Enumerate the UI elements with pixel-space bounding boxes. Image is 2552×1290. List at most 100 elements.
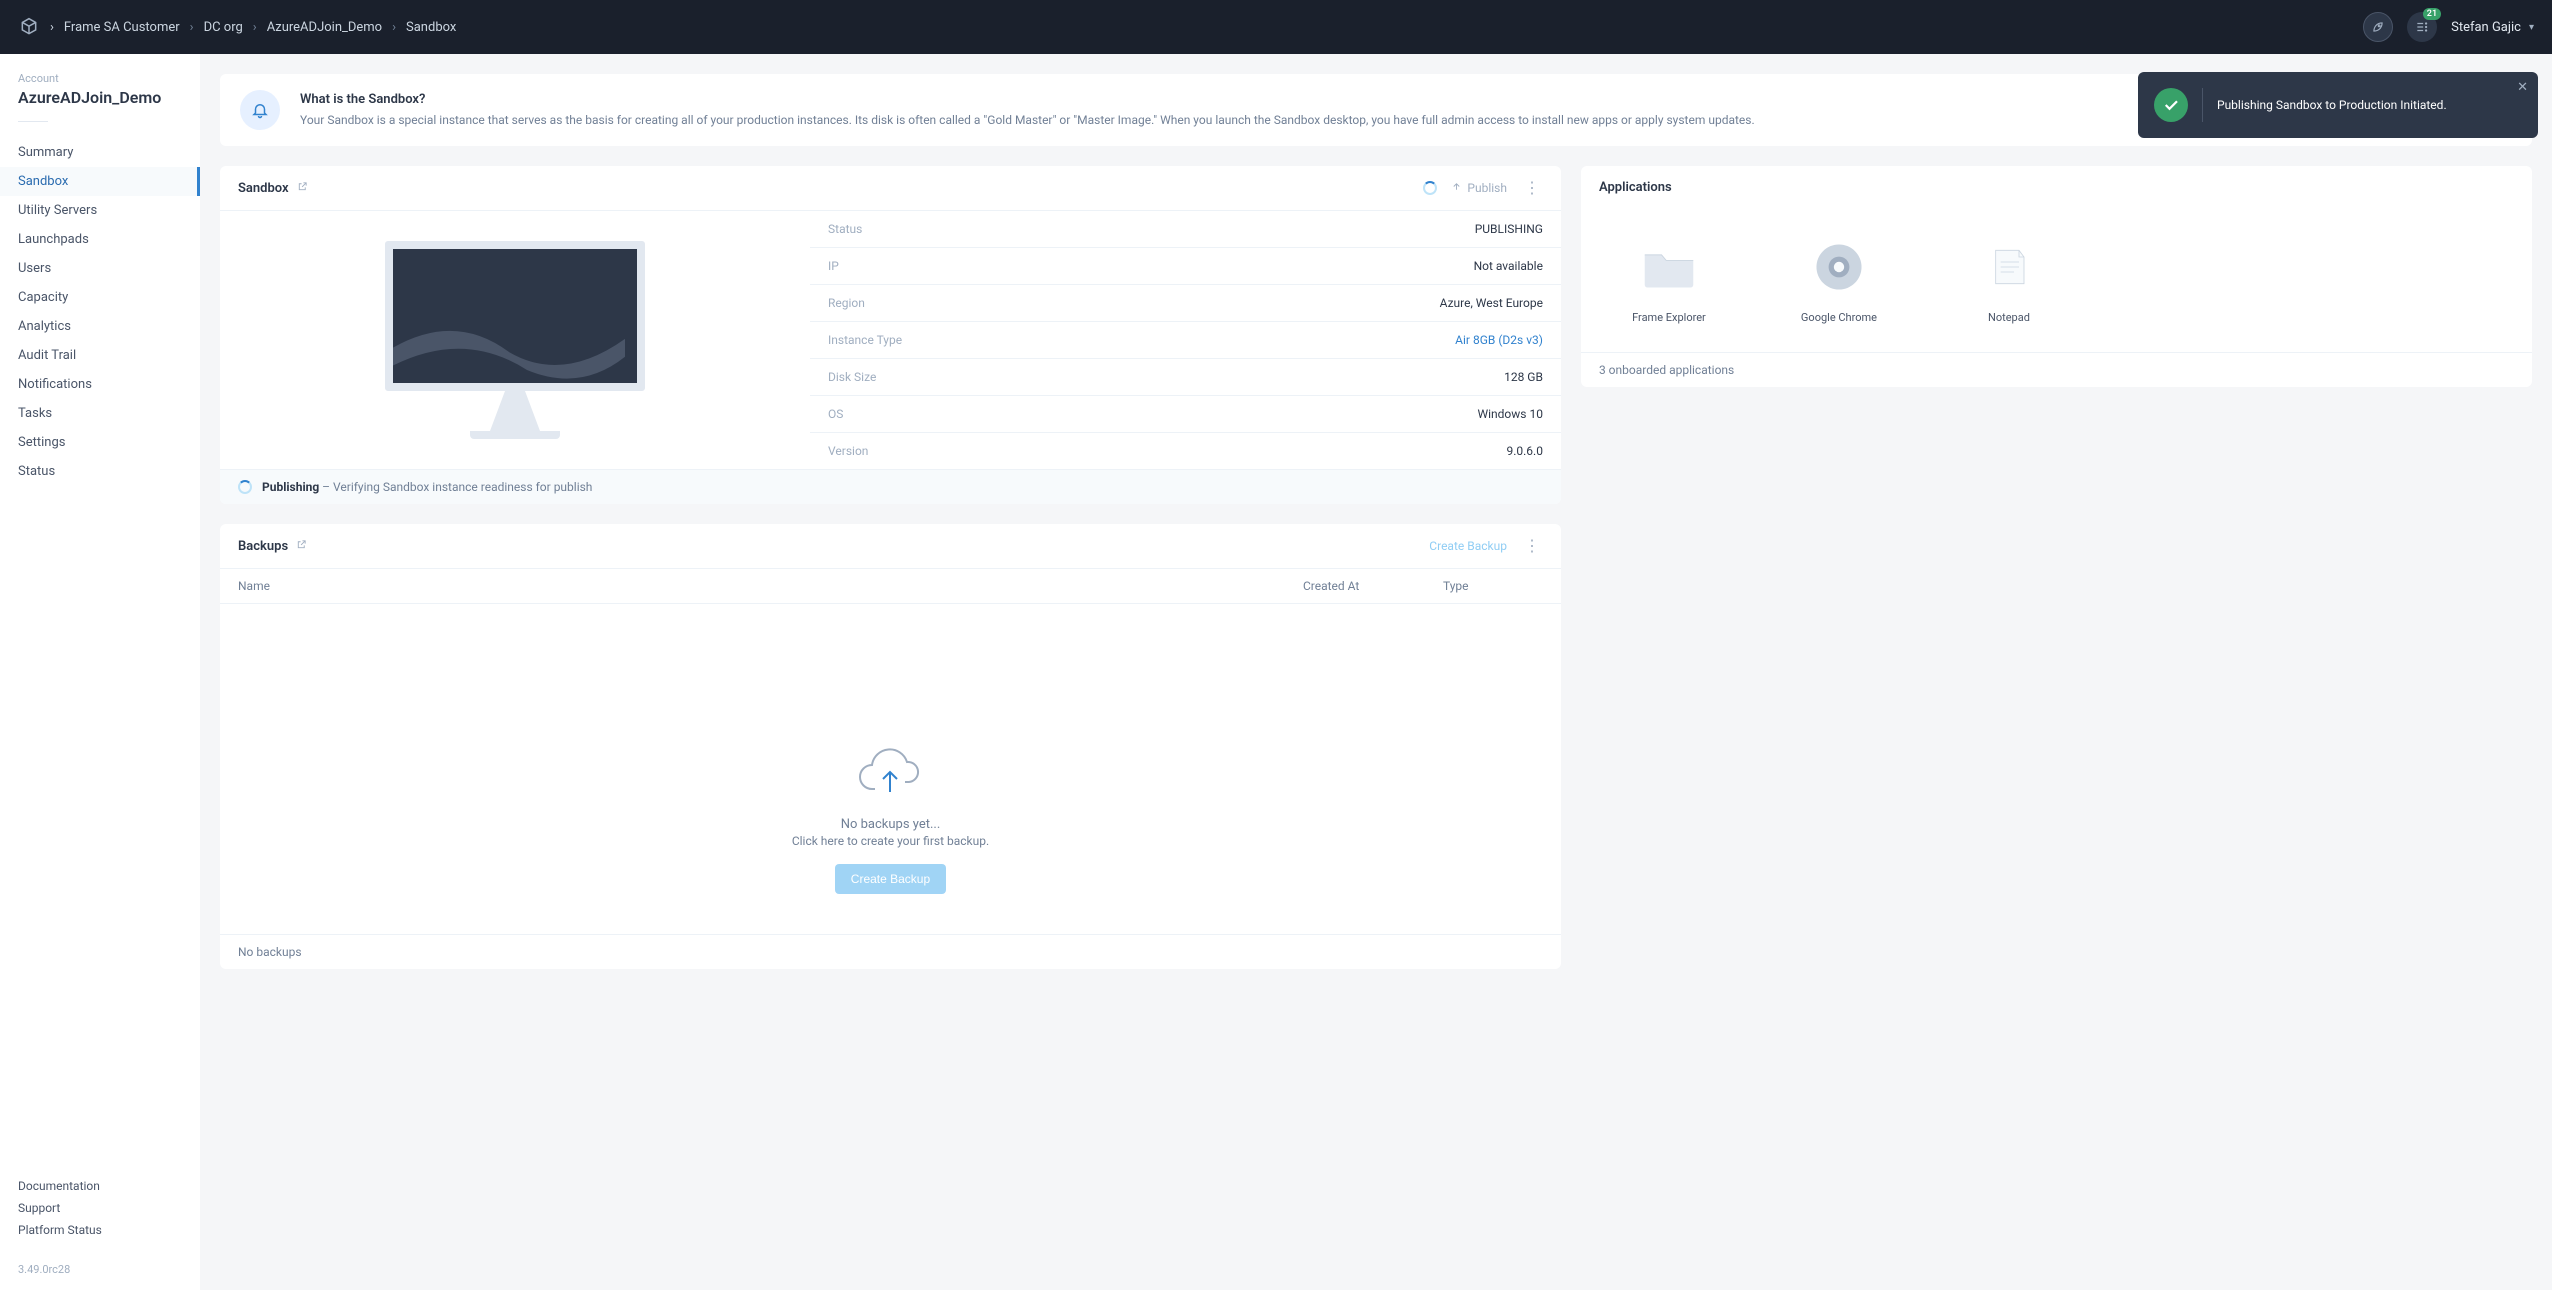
col-type: Type xyxy=(1443,579,1543,593)
divider xyxy=(2202,88,2203,122)
sidebar-footer: Documentation Support Platform Status xyxy=(0,1163,200,1253)
backups-footer: No backups xyxy=(220,934,1561,969)
tasks-button[interactable]: 21 xyxy=(2407,12,2437,42)
empty-line-1: No backups yet... xyxy=(240,817,1541,832)
check-icon xyxy=(2154,88,2188,122)
logo-icon[interactable] xyxy=(18,16,40,38)
sandbox-title: Sandbox xyxy=(238,181,289,196)
status-bold: Publishing xyxy=(262,480,319,494)
row-value: 9.0.6.0 xyxy=(1506,444,1542,458)
chevron-down-icon: ▾ xyxy=(2529,22,2534,33)
backups-title: Backups xyxy=(238,539,288,554)
external-link-icon[interactable] xyxy=(296,539,307,553)
sidebar-item-analytics[interactable]: Analytics xyxy=(0,312,200,341)
applications-panel: Applications Frame Explorer xyxy=(1581,166,2532,387)
sandbox-info-table: Status PUBLISHING IP Not available Region A… xyxy=(810,211,1561,469)
bell-icon xyxy=(240,90,280,130)
col-name: Name xyxy=(238,579,1303,593)
top-bar: › Frame SA Customer › DC org › AzureADJo… xyxy=(0,0,2552,54)
toast-message: Publishing Sandbox to Production Initiat… xyxy=(2217,97,2447,114)
status-strip: Publishing – Verifying Sandbox instance … xyxy=(220,469,1561,504)
footer-link-platform-status[interactable]: Platform Status xyxy=(18,1219,182,1241)
row-label: Instance Type xyxy=(828,333,902,347)
app-google-chrome[interactable]: Google Chrome xyxy=(1779,237,1899,324)
sandbox-panel: Sandbox Publish xyxy=(220,166,1561,504)
notification-badge: 21 xyxy=(2423,8,2441,20)
backups-empty: No backups yet... Click here to create y… xyxy=(220,604,1561,934)
row-label: Region xyxy=(828,296,865,310)
col-created: Created At xyxy=(1303,579,1443,593)
sidebar-item-utility-servers[interactable]: Utility Servers xyxy=(0,196,200,225)
chrome-icon xyxy=(1809,237,1869,297)
row-value: Not available xyxy=(1474,259,1543,273)
user-name: Stefan Gajic xyxy=(2451,20,2521,35)
cloud-upload-icon xyxy=(855,744,925,799)
row-label: Status xyxy=(828,222,862,236)
close-icon[interactable]: ✕ xyxy=(2517,80,2528,95)
app-label: Notepad xyxy=(1949,311,2069,324)
banner-desc: Your Sandbox is a special instance that … xyxy=(300,111,2431,129)
breadcrumb-sep: › xyxy=(50,20,54,35)
main-content: What is the Sandbox? Your Sandbox is a s… xyxy=(200,54,2552,1290)
backups-table-head: Name Created At Type xyxy=(220,569,1561,604)
rocket-button[interactable] xyxy=(2363,12,2393,42)
upload-icon xyxy=(1451,181,1462,195)
folder-icon xyxy=(1639,237,1699,297)
sidebar-item-users[interactable]: Users xyxy=(0,254,200,283)
row-label: IP xyxy=(828,259,839,273)
sandbox-thumbnail[interactable] xyxy=(220,211,810,469)
sidebar-item-notifications[interactable]: Notifications xyxy=(0,370,200,399)
topbar-right: 21 Stefan Gajic ▾ xyxy=(2363,12,2534,42)
app-frame-explorer[interactable]: Frame Explorer xyxy=(1609,237,1729,324)
row-label: Disk Size xyxy=(828,370,876,384)
breadcrumb-item[interactable]: DC org xyxy=(204,20,243,35)
empty-line-2: Click here to create your first backup. xyxy=(240,834,1541,848)
more-menu[interactable]: ⋮ xyxy=(1521,180,1543,196)
user-menu[interactable]: Stefan Gajic ▾ xyxy=(2451,20,2534,35)
spinner-icon xyxy=(238,480,252,494)
sidebar-item-summary[interactable]: Summary xyxy=(0,138,200,167)
applications-title: Applications xyxy=(1599,180,1672,195)
publish-button: Publish xyxy=(1451,181,1507,195)
breadcrumb-item[interactable]: AzureADJoin_Demo xyxy=(267,20,382,35)
breadcrumb: Frame SA Customer › DC org › AzureADJoin… xyxy=(64,20,456,35)
instance-type-link[interactable]: Air 8GB (D2s v3) xyxy=(1455,333,1543,347)
app-label: Frame Explorer xyxy=(1609,311,1729,324)
external-link-icon[interactable] xyxy=(297,181,308,195)
applications-footer: 3 onboarded applications xyxy=(1581,352,2532,387)
breadcrumb-sep: › xyxy=(253,20,257,35)
app-label: Google Chrome xyxy=(1779,311,1899,324)
sidebar-item-status[interactable]: Status xyxy=(0,457,200,486)
version-label: 3.49.0rc28 xyxy=(0,1253,200,1290)
more-menu[interactable]: ⋮ xyxy=(1521,538,1543,554)
sidebar: Account AzureADJoin_Demo Summary Sandbox… xyxy=(0,54,200,1290)
status-rest: – Verifying Sandbox instance readiness f… xyxy=(319,480,592,494)
sidebar-item-capacity[interactable]: Capacity xyxy=(0,283,200,312)
create-backup-link[interactable]: Create Backup xyxy=(1429,539,1507,553)
topbar-left: › Frame SA Customer › DC org › AzureADJo… xyxy=(18,16,456,38)
row-value: 128 GB xyxy=(1504,370,1543,384)
toast-notification: Publishing Sandbox to Production Initiat… xyxy=(2138,72,2538,138)
row-value: PUBLISHING xyxy=(1475,222,1543,236)
sidebar-item-audit-trail[interactable]: Audit Trail xyxy=(0,341,200,370)
breadcrumb-item[interactable]: Frame SA Customer xyxy=(64,20,180,35)
sidebar-item-settings[interactable]: Settings xyxy=(0,428,200,457)
footer-link-documentation[interactable]: Documentation xyxy=(18,1175,182,1197)
create-backup-button[interactable]: Create Backup xyxy=(835,864,946,894)
sidebar-item-sandbox[interactable]: Sandbox xyxy=(0,167,200,196)
breadcrumb-item[interactable]: Sandbox xyxy=(406,20,456,35)
sidebar-item-launchpads[interactable]: Launchpads xyxy=(0,225,200,254)
sidebar-nav: Summary Sandbox Utility Servers Launchpa… xyxy=(0,128,200,1163)
row-label: Version xyxy=(828,444,868,458)
account-label: Account xyxy=(18,72,182,85)
row-value: Windows 10 xyxy=(1477,407,1542,421)
account-name: AzureADJoin_Demo xyxy=(18,87,182,109)
divider xyxy=(18,121,48,122)
notepad-icon xyxy=(1979,237,2039,297)
app-notepad[interactable]: Notepad xyxy=(1949,237,2069,324)
breadcrumb-sep: › xyxy=(190,20,194,35)
backups-panel: Backups Create Backup ⋮ Name Created At xyxy=(220,524,1561,969)
breadcrumb-sep: › xyxy=(392,20,396,35)
sidebar-item-tasks[interactable]: Tasks xyxy=(0,399,200,428)
footer-link-support[interactable]: Support xyxy=(18,1197,182,1219)
